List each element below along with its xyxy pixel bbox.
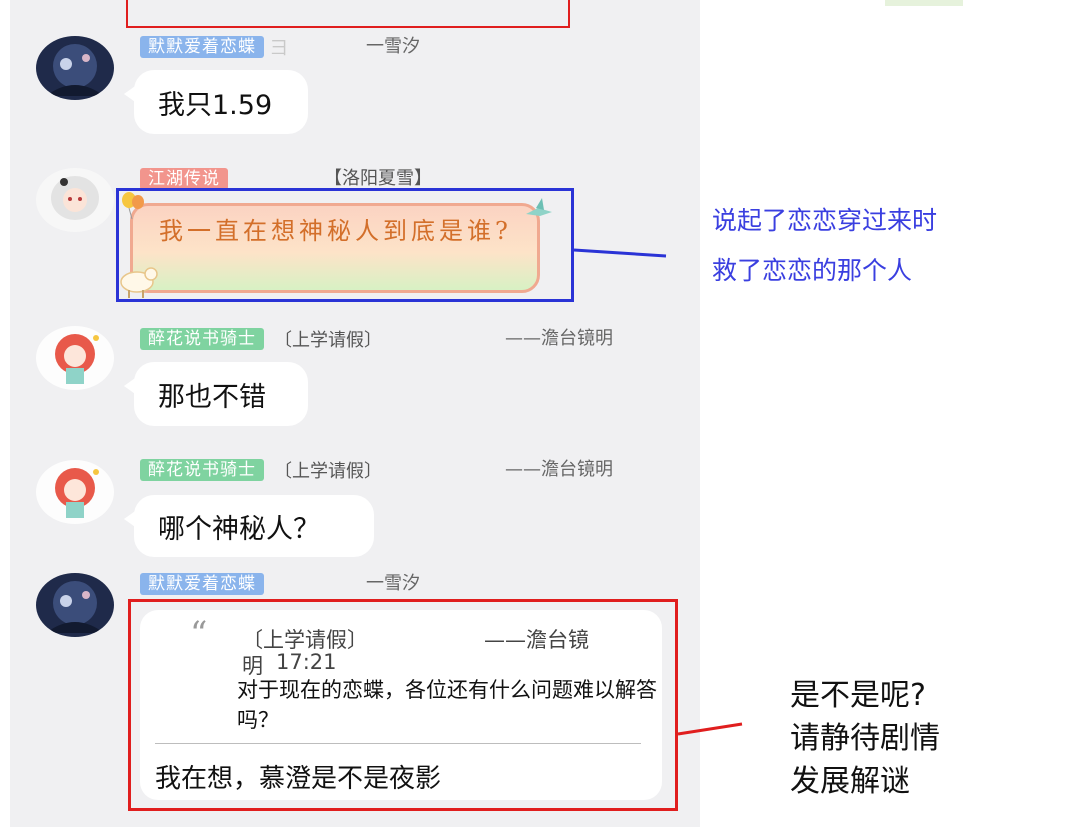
title-badge: 醉花说书骑士 <box>140 459 264 481</box>
title-badge: 默默爱着恋蝶 <box>140 573 264 595</box>
title-badge: 醉花说书骑士 <box>140 328 264 350</box>
message-header: 默默爱着恋蝶 彐 <box>140 36 288 59</box>
sender-tag: 〔上学请假〕 <box>274 461 382 482</box>
message-bubble[interactable]: 我一直在想神秘人到底是谁? <box>130 203 540 293</box>
reply-text: 我在想，慕澄是不是夜影 <box>155 764 442 794</box>
quote-mark-icon: “ <box>190 614 208 654</box>
image-fragment <box>885 0 963 6</box>
sender-tag: 【洛阳夏雪】 <box>324 168 432 189</box>
message-bubble[interactable]: 我只1.59 <box>124 70 308 134</box>
message-bubble[interactable]: 哪个神秘人？ <box>124 495 374 557</box>
bird-icon <box>526 198 552 216</box>
annotation-line: 说起了恋恋穿过来时 <box>712 206 938 235</box>
sender-signature: 一雪汐 <box>366 36 420 57</box>
highlight-box-top <box>126 0 570 28</box>
avatar-dark-icon <box>36 573 114 637</box>
annotation-line: 请静待剧情 <box>790 721 940 756</box>
sender-signature: ——澹台镜明 <box>505 459 613 480</box>
message-header: 江湖传说 <box>140 168 228 190</box>
annotation-connector-red <box>677 722 743 736</box>
avatar[interactable] <box>36 36 114 100</box>
annotation-blue: 说起了恋恋穿过来时 救了恋恋的那个人 <box>712 196 937 296</box>
message-header: 醉花说书骑士 〔上学请假〕 <box>140 459 382 482</box>
avatar-dark-icon <box>36 36 114 100</box>
message-bubble[interactable]: 那也不错 <box>124 362 308 426</box>
annotation-line: 是不是呢? <box>790 678 926 713</box>
avatar[interactable] <box>36 326 114 390</box>
message-header: 醉花说书骑士 〔上学请假〕 <box>140 328 382 351</box>
avatar[interactable] <box>36 460 114 524</box>
avatar[interactable] <box>36 168 114 232</box>
quote-time: 17:21 <box>276 650 337 674</box>
quote-divider <box>155 743 641 744</box>
annotation-black: 是不是呢? 请静待剧情 发展解谜 <box>790 674 940 803</box>
avatar-red-hair-icon <box>36 460 114 524</box>
message-header: 默默爱着恋蝶 <box>140 573 264 595</box>
annotation-line: 救了恋恋的那个人 <box>712 256 913 285</box>
quote-signature: ——澹台镜 <box>484 628 589 652</box>
avatar[interactable] <box>36 573 114 637</box>
sender-signature: ——澹台镜明 <box>505 328 613 349</box>
title-badge: 江湖传说 <box>140 168 228 190</box>
balloon-icon <box>122 192 144 220</box>
avatar-red-hair-icon <box>36 326 114 390</box>
sender-tag: 〔上学请假〕 <box>274 330 382 351</box>
avatar-white-hair-icon <box>36 168 114 232</box>
annotation-connector-blue <box>573 248 667 258</box>
title-badge: 默默爱着恋蝶 <box>140 36 264 58</box>
sheep-icon <box>120 267 158 298</box>
quote-text: 对于现在的恋蝶，各位还有什么问题难以解答吗？ <box>237 678 657 732</box>
name-fragment: 彐 <box>270 38 288 59</box>
annotation-line: 发展解谜 <box>790 764 910 799</box>
sender-signature: 一雪汐 <box>366 573 420 594</box>
